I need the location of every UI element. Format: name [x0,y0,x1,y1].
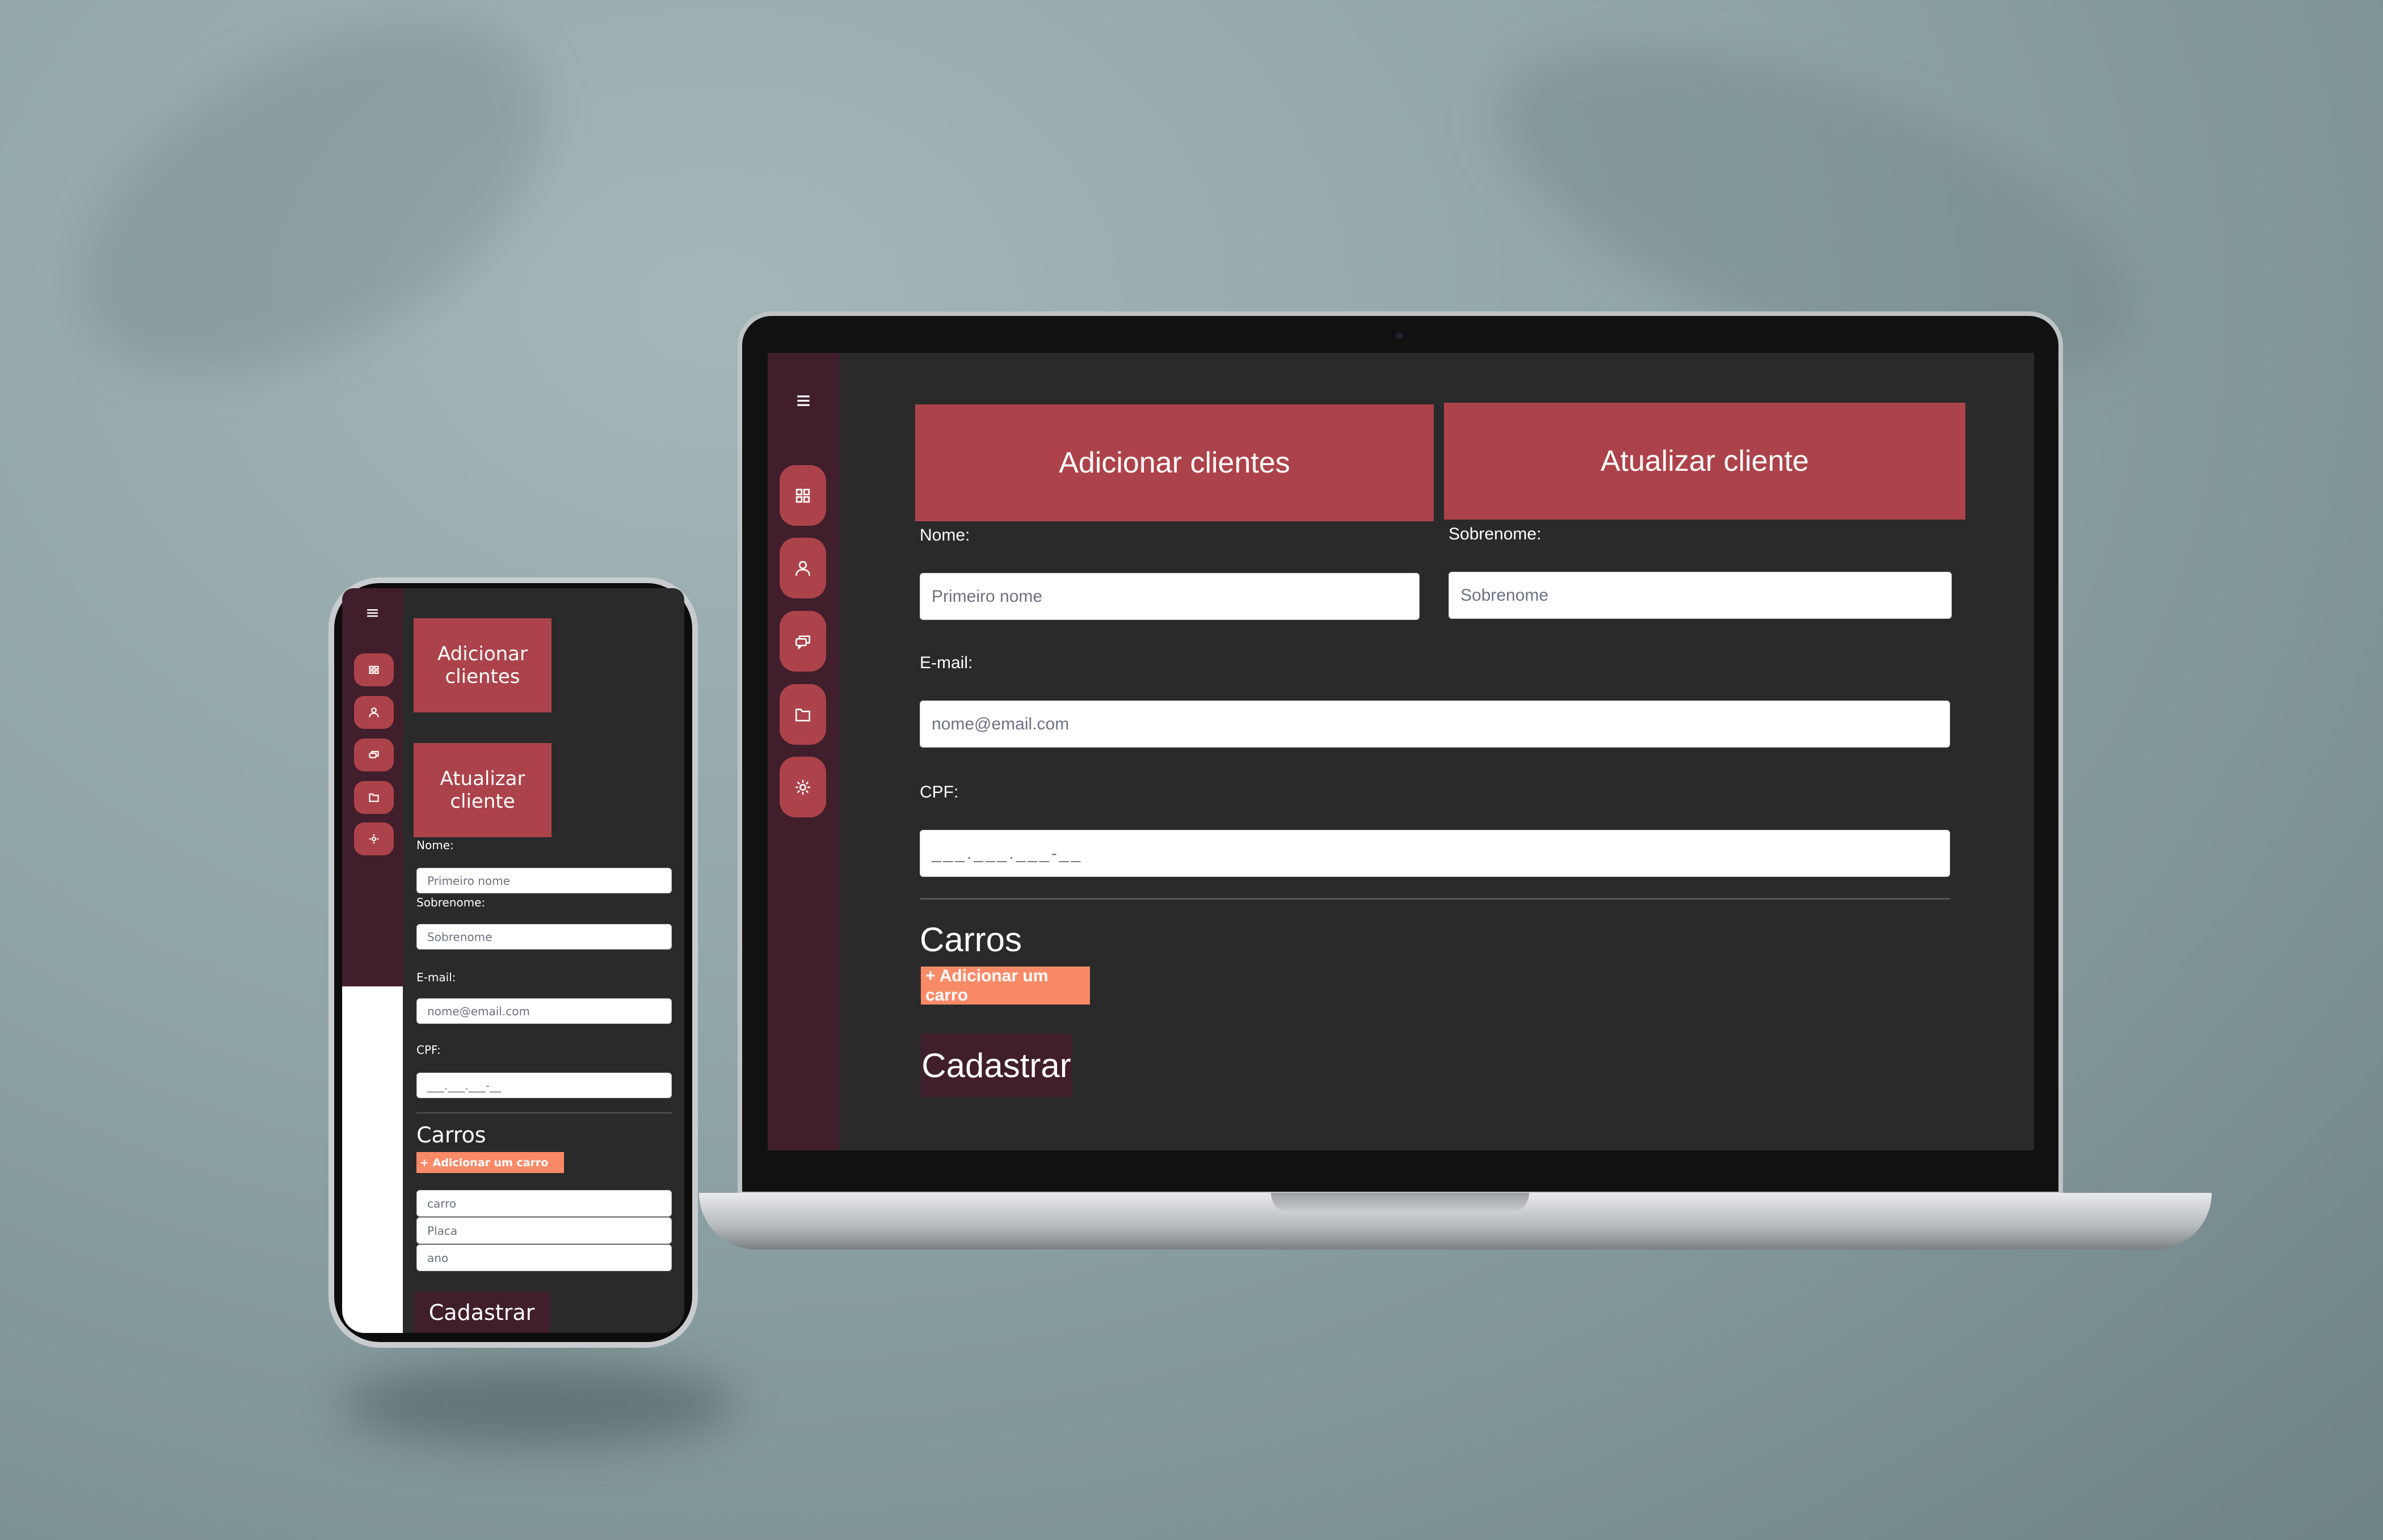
folder-icon [369,793,379,802]
nome-input[interactable]: Primeiro nome [416,868,672,893]
nome-label: Nome: [416,838,454,852]
sidebar-messages-button[interactable] [354,739,394,771]
sobrenome-input[interactable]: Sobrenome [1449,572,1952,619]
phone-shadow [340,1361,738,1446]
background-leaf-shadow [20,0,604,449]
menu-icon[interactable]: ≡ [342,603,403,623]
gear-icon [369,834,379,844]
sidebar-folder-button[interactable] [354,781,394,814]
email-label: E-mail: [920,653,973,672]
nome-input[interactable]: Primeiro nome [920,573,1420,620]
gear-icon [795,779,810,795]
sidebar-messages-button[interactable] [780,611,826,672]
add-clients-tab[interactable]: Adicionar clientes [915,404,1434,521]
sidebar-clients-button[interactable] [780,538,826,598]
add-car-button[interactable]: + Adicionar um carro [921,967,1090,1005]
chat-icon [795,635,810,649]
sidebar-dashboard-button[interactable] [354,653,394,686]
car-plate-input[interactable]: Placa [416,1217,672,1244]
update-client-tab[interactable]: Atualizar cliente [414,743,551,837]
add-car-button[interactable]: + Adicionar um carro [416,1152,564,1173]
laptop-screen: ≡ Adicionar clientes Atualizar cliente N… [768,353,2034,1150]
update-client-tab[interactable]: Atualizar cliente [1444,403,1965,520]
email-input[interactable]: nome@email.com [920,701,1950,748]
sidebar-clients-button[interactable] [354,696,394,729]
cars-heading: Carros [416,1123,486,1147]
grid-icon [795,488,810,503]
cpf-label: CPF: [416,1043,441,1057]
grid-icon [369,665,379,674]
submit-button[interactable]: Cadastrar [921,1033,1072,1097]
cars-heading: Carros [920,921,1022,959]
submit-button[interactable]: Cadastrar [414,1292,550,1333]
laptop-camera [1396,332,1403,339]
phone-screen: ≡ Adicionar clientes Atualizar cliente N… [342,588,684,1333]
cpf-input[interactable]: ___.___.___-__ [416,1073,672,1098]
email-input[interactable]: nome@email.com [416,998,672,1024]
nome-label: Nome: [920,526,970,545]
laptop-notch [1271,1193,1529,1213]
car-year-input[interactable]: ano [416,1244,672,1271]
folder-icon [795,708,810,722]
divider [416,1112,672,1113]
sidebar-folder-button[interactable] [780,684,826,745]
email-label: E-mail: [416,971,456,984]
sobrenome-input[interactable]: Sobrenome [416,924,672,950]
sidebar-settings-button[interactable] [354,822,394,855]
sidebar: ≡ [342,588,403,986]
menu-icon[interactable]: ≡ [768,387,839,415]
cpf-input[interactable]: ___.___.___-__ [920,830,1950,877]
sobrenome-label: Sobrenome: [416,896,486,909]
sidebar-dashboard-button[interactable] [780,465,826,526]
sidebar-settings-button[interactable] [780,757,826,817]
chat-icon [369,750,379,758]
sobrenome-label: Sobrenome: [1449,525,1542,543]
add-clients-tab[interactable]: Adicionar clientes [414,618,551,712]
user-icon [369,707,379,718]
divider [920,898,1950,900]
sidebar: ≡ [768,353,839,1150]
car-model-input[interactable]: carro [416,1190,672,1217]
user-icon [795,560,810,576]
cpf-label: CPF: [920,783,959,801]
